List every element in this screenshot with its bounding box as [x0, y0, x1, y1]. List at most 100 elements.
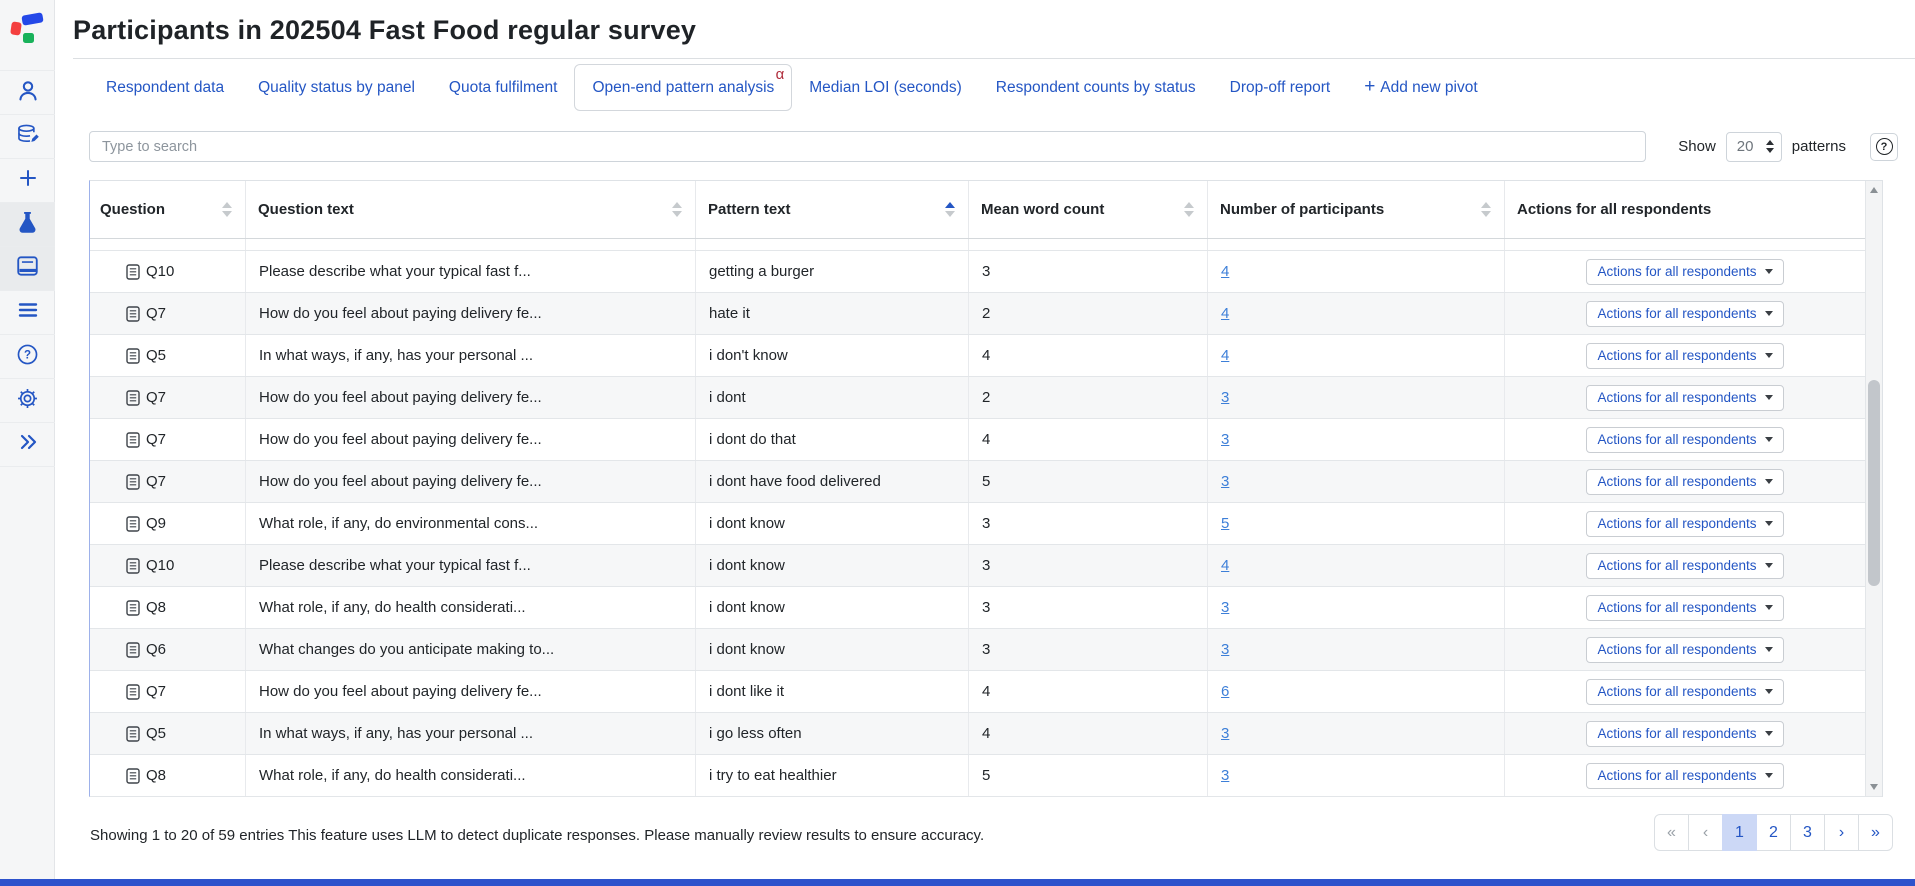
pattern-text-cell: i dont like it	[696, 671, 969, 712]
participants-link[interactable]: 3	[1221, 599, 1229, 616]
actions-dropdown-button[interactable]: Actions for all respondents	[1586, 552, 1784, 579]
participants-cell: 3	[1208, 713, 1505, 754]
sidebar-item-help[interactable]: ?	[0, 335, 55, 379]
scrollbar-down-icon[interactable]	[1870, 784, 1878, 790]
scrollbar-up-icon[interactable]	[1870, 187, 1878, 193]
participants-link[interactable]: 4	[1221, 305, 1229, 322]
stepper-icon[interactable]	[1765, 140, 1774, 153]
logo-green-shape	[23, 33, 34, 43]
pagination-next[interactable]: ›	[1824, 814, 1859, 851]
participants-link[interactable]: 6	[1221, 683, 1229, 700]
sort-icons	[1184, 202, 1194, 217]
menu-icon	[17, 302, 39, 323]
actions-dropdown-button[interactable]: Actions for all respondents	[1586, 720, 1784, 747]
participants-link[interactable]: 4	[1221, 347, 1229, 364]
actions-dropdown-button[interactable]: Actions for all respondents	[1586, 300, 1784, 327]
table-row: Q6 What changes do you anticipate making…	[90, 629, 1882, 671]
sidebar-item-flask[interactable]	[0, 203, 55, 247]
sidebar-item-expand[interactable]	[0, 423, 55, 467]
question-text-cell: What role, if any, do environmental cons…	[246, 503, 696, 544]
mean-word-count-cell: 3	[969, 545, 1208, 586]
pagination-page-3[interactable]: 3	[1790, 814, 1825, 851]
caret-down-icon	[1764, 647, 1773, 652]
actions-dropdown-button[interactable]: Actions for all respondents	[1586, 678, 1784, 705]
tab-respondent-counts-by-status[interactable]: + Respondent counts by status	[979, 64, 1213, 111]
sidebar-item-book[interactable]	[0, 247, 55, 291]
pagination-last[interactable]: »	[1858, 814, 1893, 851]
tab-add-new-pivot[interactable]: + Add new pivot	[1347, 64, 1494, 111]
scrollbar-thumb[interactable]	[1868, 380, 1880, 586]
patterns-label: patterns	[1791, 138, 1846, 155]
participants-link[interactable]: 3	[1221, 389, 1229, 406]
question-cell: Q10	[90, 251, 246, 292]
tab-quota-fulfilment[interactable]: + Quota fulfilment	[432, 64, 575, 111]
table-row: Q7 How do you feel about paying delivery…	[90, 293, 1882, 335]
app-logo[interactable]	[10, 12, 44, 44]
column-header-mean-word-count[interactable]: Mean word count	[969, 181, 1208, 238]
actions-dropdown-button[interactable]: Actions for all respondents	[1586, 594, 1784, 621]
table-summary: Showing 1 to 20 of 59 entries This featu…	[90, 827, 984, 844]
tab-respondent-data[interactable]: + Respondent data	[89, 64, 241, 111]
question-cell: Q7	[90, 461, 246, 502]
column-header-pattern-text[interactable]: Pattern text	[696, 181, 969, 238]
actions-dropdown-button[interactable]: Actions for all respondents	[1586, 762, 1784, 789]
caret-down-icon	[1764, 563, 1773, 568]
question-text-cell: What changes do you anticipate making to…	[246, 629, 696, 670]
participants-link[interactable]: 3	[1221, 431, 1229, 448]
participants-link[interactable]: 3	[1221, 473, 1229, 490]
document-icon	[126, 557, 140, 574]
actions-dropdown-button[interactable]: Actions for all respondents	[1586, 342, 1784, 369]
document-icon	[126, 641, 140, 658]
participants-link[interactable]: 3	[1221, 767, 1229, 784]
participants-link[interactable]: 5	[1221, 515, 1229, 532]
pagination-prev[interactable]: ‹	[1688, 814, 1723, 851]
actions-dropdown-button[interactable]: Actions for all respondents	[1586, 636, 1784, 663]
document-icon	[126, 431, 140, 448]
actions-dropdown-button[interactable]: Actions for all respondents	[1586, 468, 1784, 495]
table-scrollbar[interactable]	[1865, 181, 1882, 796]
pagination-first[interactable]: «	[1654, 814, 1689, 851]
sidebar-item-user[interactable]	[0, 71, 55, 115]
pagination-page-1[interactable]: 1	[1722, 814, 1757, 851]
pattern-text-cell: hate it	[696, 293, 969, 334]
participants-link[interactable]: 3	[1221, 725, 1229, 742]
patterns-table: Question Question text Pattern text Mean…	[89, 180, 1883, 797]
table-row: Q8 What role, if any, do health consider…	[90, 755, 1882, 797]
sidebar-item-add[interactable]	[0, 159, 55, 203]
tab-median-loi-seconds[interactable]: + Median LOI (seconds)	[792, 64, 979, 111]
help-button[interactable]: ?	[1870, 132, 1898, 161]
pattern-text-cell: getting a burger	[696, 251, 969, 292]
participants-link[interactable]: 4	[1221, 263, 1229, 280]
help-icon: ?	[17, 344, 38, 370]
question-text-cell: How do you feel about paying delivery fe…	[246, 671, 696, 712]
pagination: «‹ 1 2 3 ›»	[1654, 814, 1893, 851]
sidebar-item-menu[interactable]	[0, 291, 55, 335]
tab-open-end-pattern-analysis[interactable]: + Open-end pattern analysis α	[574, 64, 793, 111]
sidebar-icon-list: ?	[0, 70, 55, 467]
column-header-number-of-participants[interactable]: Number of participants	[1208, 181, 1505, 238]
participants-link[interactable]: 4	[1221, 557, 1229, 574]
participants-link[interactable]: 3	[1221, 641, 1229, 658]
question-text-cell: In what ways, if any, has your personal …	[246, 335, 696, 376]
actions-dropdown-button[interactable]: Actions for all respondents	[1586, 426, 1784, 453]
actions-dropdown-button[interactable]: Actions for all respondents	[1586, 510, 1784, 537]
patterns-count-input[interactable]: 20	[1725, 131, 1782, 162]
table-header-row: Question Question text Pattern text Mean…	[90, 181, 1882, 239]
book-icon	[17, 256, 38, 281]
actions-dropdown-button[interactable]: Actions for all respondents	[1586, 384, 1784, 411]
mean-word-count-cell: 4	[969, 713, 1208, 754]
table-row: Q5 In what ways, if any, has your person…	[90, 335, 1882, 377]
column-header-question-text[interactable]: Question text	[246, 181, 696, 238]
document-icon	[126, 305, 140, 322]
actions-cell: Actions for all respondents	[1505, 251, 1865, 292]
tab-drop-off-report[interactable]: + Drop-off report	[1213, 64, 1348, 111]
column-header-question[interactable]: Question	[90, 181, 246, 238]
tab-quality-status-by-panel[interactable]: + Quality status by panel	[241, 64, 432, 111]
sidebar-item-database[interactable]	[0, 115, 55, 159]
actions-dropdown-button[interactable]: Actions for all respondents	[1586, 258, 1784, 285]
table-body: Q10 Please describe what your typical fa…	[90, 239, 1882, 797]
pattern-text-cell: i dont know	[696, 503, 969, 544]
pagination-page-2[interactable]: 2	[1756, 814, 1791, 851]
sidebar-item-settings[interactable]	[0, 379, 55, 423]
search-input[interactable]	[89, 131, 1646, 162]
